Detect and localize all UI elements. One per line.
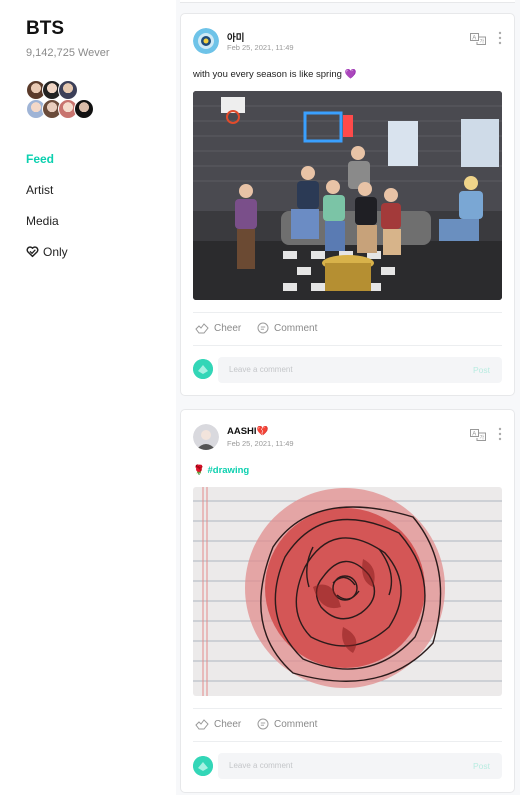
hashtag-link[interactable]: #drawing — [207, 465, 249, 476]
post-comment-button[interactable]: Post — [473, 761, 490, 771]
member-avatars — [26, 80, 98, 124]
author-name[interactable]: 아미 — [227, 30, 244, 44]
previous-post-edge — [180, 0, 515, 3]
post-text: 🌹 #drawing — [193, 465, 249, 476]
member-avatar — [74, 99, 94, 119]
nav-item-artist[interactable]: Artist — [26, 174, 68, 205]
nav-item-label: Only — [43, 244, 68, 259]
comment-input[interactable]: Leave a comment Post — [218, 753, 502, 779]
sidebar-nav: Feed Artist Media Only — [26, 143, 68, 267]
more-options-icon[interactable] — [498, 427, 502, 441]
member-avatar — [58, 80, 78, 100]
cheer-button[interactable]: Cheer — [195, 322, 241, 334]
post-date: Feb 25, 2021, 11:49 — [227, 43, 294, 52]
post-date: Feb 25, 2021, 11:49 — [227, 439, 294, 448]
post-card: 아미 Feb 25, 2021, 11:49 A 가 with you ever… — [180, 13, 515, 396]
cheer-button[interactable]: Cheer — [195, 718, 241, 730]
post-card: AASHI💔 Feb 25, 2021, 11:49 A 가 🌹 #drawin… — [180, 409, 515, 793]
divider — [193, 741, 502, 742]
community-name[interactable]: BTS — [26, 18, 64, 40]
comment-placeholder: Leave a comment — [229, 761, 293, 770]
post-text: with you every season is like spring 💜 — [193, 69, 357, 80]
cheer-icon — [195, 323, 209, 334]
nav-item-only[interactable]: Only — [26, 236, 68, 267]
my-avatar — [193, 756, 213, 776]
cheer-label: Cheer — [214, 322, 242, 334]
member-count: 9,142,725 Wever — [26, 47, 110, 59]
author-avatar[interactable] — [193, 424, 219, 450]
svg-text:A: A — [472, 431, 476, 437]
comment-button[interactable]: Comment — [257, 718, 317, 730]
svg-text:A: A — [472, 35, 476, 41]
more-options-icon[interactable] — [498, 31, 502, 45]
heart-check-icon — [26, 246, 39, 258]
svg-text:가: 가 — [480, 38, 485, 45]
post-image[interactable] — [193, 91, 502, 300]
author-avatar[interactable] — [193, 28, 219, 54]
comment-placeholder: Leave a comment — [229, 365, 293, 374]
comment-input[interactable]: Leave a comment Post — [218, 357, 502, 383]
nav-item-label: Media — [26, 213, 59, 228]
nav-item-label: Artist — [26, 182, 54, 197]
svg-text:가: 가 — [480, 434, 485, 441]
post-comment-button[interactable]: Post — [473, 365, 490, 375]
translate-icon[interactable]: A 가 — [470, 429, 486, 441]
divider — [193, 312, 502, 313]
comment-icon — [257, 322, 269, 334]
nav-item-media[interactable]: Media — [26, 205, 68, 236]
cheer-label: Cheer — [214, 718, 242, 730]
comment-label: Comment — [274, 322, 318, 334]
divider — [193, 345, 502, 346]
nav-item-feed[interactable]: Feed — [26, 143, 68, 174]
divider — [193, 708, 502, 709]
post-image[interactable] — [193, 487, 502, 696]
sidebar: BTS 9,142,725 Wever Feed Artist Media On… — [0, 0, 176, 795]
comment-label: Comment — [274, 718, 318, 730]
nav-item-label: Feed — [26, 151, 55, 166]
comment-icon — [257, 718, 269, 730]
rose-emoji: 🌹 — [193, 465, 205, 476]
translate-icon[interactable]: A 가 — [470, 33, 486, 45]
my-avatar — [193, 359, 213, 379]
cheer-icon — [195, 719, 209, 730]
author-name[interactable]: AASHI💔 — [227, 426, 268, 437]
comment-button[interactable]: Comment — [257, 322, 317, 334]
